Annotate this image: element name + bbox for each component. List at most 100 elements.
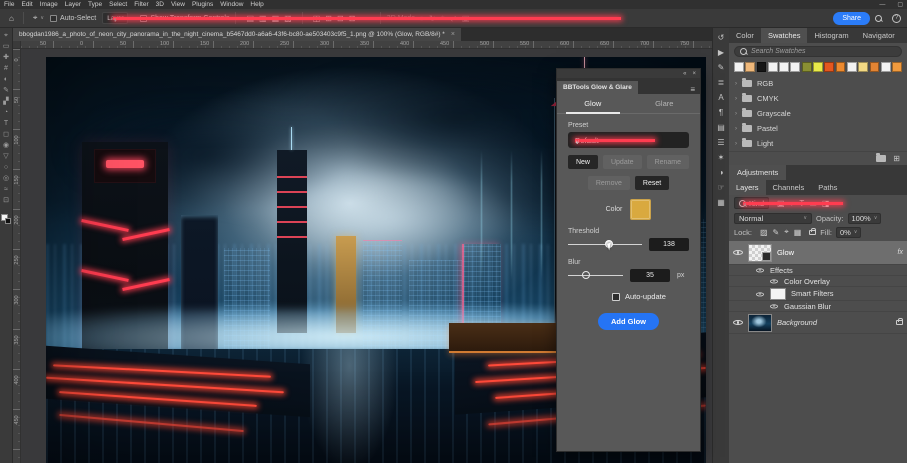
tool-icon-8[interactable]: T — [4, 120, 8, 127]
visibility-eye-icon[interactable] — [756, 290, 764, 298]
menu-item-plugins[interactable]: Plugins — [192, 1, 213, 8]
layer-row-gaussian-blur[interactable]: Gaussian Blur — [729, 301, 907, 312]
threshold-value-field[interactable]: 138 — [649, 238, 689, 251]
blur-slider-handle[interactable] — [582, 271, 590, 279]
dialog-header[interactable]: BBTools Glow & Glare ≡ — [557, 78, 700, 94]
tool-icon-13[interactable]: ◎ — [3, 175, 9, 182]
tab-channels[interactable]: Channels — [766, 180, 812, 195]
document-tab[interactable]: bbogdan1986_a_photo_of_neon_city_panoram… — [13, 28, 461, 41]
filter-kind-select[interactable]: Kind ∨ — [734, 197, 769, 209]
visibility-eye-icon[interactable] — [733, 318, 743, 328]
swatch-14[interactable] — [892, 62, 902, 72]
menu-item-help[interactable]: Help — [250, 1, 263, 8]
opacity-field[interactable]: 100% ∨ — [848, 213, 882, 224]
dock-panel-icon-2[interactable]: ✎ — [718, 64, 725, 72]
tool-icon-1[interactable]: ▭ — [3, 43, 10, 50]
fx-badge[interactable]: fx — [898, 249, 903, 256]
dock-panel-icon-3[interactable]: ≣ — [718, 79, 725, 87]
lock-icon-3[interactable]: ▦ — [794, 228, 802, 237]
menu-item-view[interactable]: View — [171, 1, 185, 8]
dock-panel-icon-5[interactable]: ¶ — [719, 109, 723, 117]
tab-color[interactable]: Color — [729, 28, 761, 43]
swatch-9[interactable] — [836, 62, 846, 72]
visibility-eye-icon[interactable] — [733, 248, 743, 258]
new-group-icon[interactable] — [876, 155, 886, 162]
filter-mask-thumbnail[interactable] — [770, 288, 786, 300]
preset-select[interactable]: Default ∨ — [568, 132, 689, 148]
tab-swatches[interactable]: Swatches — [761, 28, 808, 43]
remove-button[interactable]: Remove — [588, 176, 630, 190]
dialog-tab-glow[interactable]: Glow — [557, 94, 629, 113]
chevron-down-icon[interactable]: ∨ — [40, 15, 44, 21]
threshold-slider[interactable] — [568, 238, 642, 251]
menu-item-3d[interactable]: 3D — [156, 1, 164, 8]
dock-panel-icon-11[interactable]: ▦ — [717, 199, 725, 207]
search-icon[interactable] — [875, 15, 882, 22]
dock-panel-icon-4[interactable]: A — [718, 94, 723, 102]
swatch-group-cmyk[interactable]: ›CMYK — [729, 91, 907, 106]
add-glow-button[interactable]: Add Glow — [598, 313, 659, 330]
share-button[interactable]: Share — [833, 12, 870, 25]
visibility-eye-icon[interactable] — [770, 302, 778, 310]
auto-update-checkbox[interactable] — [612, 293, 620, 301]
menu-item-file[interactable]: File — [4, 1, 14, 8]
move-tool-icon[interactable]: ⌖ — [33, 13, 38, 23]
lock-icon-0[interactable]: ▨ — [760, 228, 768, 237]
dialog-control-strip[interactable]: « × — [557, 69, 700, 78]
minimize-window-icon[interactable]: — — [879, 2, 885, 8]
home-icon[interactable]: ⌂ — [9, 14, 14, 23]
swatch-group-grayscale[interactable]: ›Grayscale — [729, 106, 907, 121]
dock-panel-icon-10[interactable]: ☞ — [717, 184, 724, 192]
background-thumbnail[interactable] — [748, 314, 772, 332]
search-swatches-input[interactable]: Search Swatches — [734, 46, 902, 57]
swatch-3[interactable] — [768, 62, 778, 72]
visibility-eye-icon[interactable] — [756, 266, 764, 274]
blur-value-field[interactable]: 35 — [630, 269, 670, 282]
tool-icon-2[interactable]: ✚ — [3, 54, 9, 61]
close-panel-icon[interactable]: × — [692, 71, 696, 77]
tab-layers[interactable]: Layers — [729, 180, 766, 195]
tool-icon-4[interactable]: ◐ — [4, 76, 8, 83]
collapse-panel-icon[interactable]: « — [683, 71, 686, 77]
swatch-2[interactable] — [757, 62, 767, 72]
foreground-background-colors[interactable] — [1, 214, 11, 224]
layer-mode-select[interactable]: Layer ∨ — [102, 12, 128, 24]
swatch-10[interactable] — [847, 62, 857, 72]
panel-menu-icon[interactable]: ≡ — [685, 85, 700, 94]
dock-panel-icon-8[interactable]: ✶ — [718, 154, 725, 162]
new-button[interactable]: New — [568, 155, 598, 169]
reset-button[interactable]: Reset — [635, 176, 669, 190]
dock-panel-icon-9[interactable]: ◑ — [719, 169, 724, 177]
new-swatch-icon[interactable]: ⊞ — [893, 154, 900, 163]
layer-row-smart-filters[interactable]: Smart Filters — [729, 287, 907, 301]
tool-icon-6[interactable]: ▞ — [3, 98, 8, 105]
swatch-group-rgb[interactable]: ›RGB — [729, 76, 907, 91]
help-icon[interactable]: ? — [892, 14, 901, 23]
dialog-tab-glare[interactable]: Glare — [629, 94, 701, 113]
menu-item-layer[interactable]: Layer — [65, 1, 81, 8]
tool-icon-14[interactable]: ≈ — [4, 186, 8, 193]
tool-icon-5[interactable]: ✎ — [3, 87, 9, 94]
swatch-7[interactable] — [813, 62, 823, 72]
layer-row-color-overlay[interactable]: Color Overlay — [729, 276, 907, 287]
tool-icon-11[interactable]: ▽ — [3, 153, 8, 160]
tool-icon-12[interactable]: ○ — [4, 164, 8, 171]
swatch-13[interactable] — [881, 62, 891, 72]
auto-select-checkbox[interactable] — [50, 15, 57, 22]
blur-slider[interactable] — [568, 269, 623, 282]
tab-navigator[interactable]: Navigator — [856, 28, 902, 43]
dock-panel-icon-0[interactable]: ↺ — [718, 34, 725, 42]
tool-icon-9[interactable]: ◻ — [3, 131, 9, 138]
close-tab-icon[interactable]: × — [451, 31, 455, 38]
swatch-group-light[interactable]: ›Light — [729, 136, 907, 151]
menu-item-image[interactable]: Image — [40, 1, 58, 8]
visibility-eye-icon[interactable] — [770, 277, 778, 285]
menu-item-type[interactable]: Type — [88, 1, 102, 8]
layer-thumbnail[interactable] — [748, 244, 772, 262]
layer-row-effects[interactable]: Effects — [729, 265, 907, 276]
swatch-1[interactable] — [745, 62, 755, 72]
swatch-4[interactable] — [779, 62, 789, 72]
swatch-11[interactable] — [858, 62, 868, 72]
tool-icon-0[interactable]: ⌖ — [4, 32, 8, 39]
tool-icon-3[interactable]: # — [4, 65, 8, 72]
